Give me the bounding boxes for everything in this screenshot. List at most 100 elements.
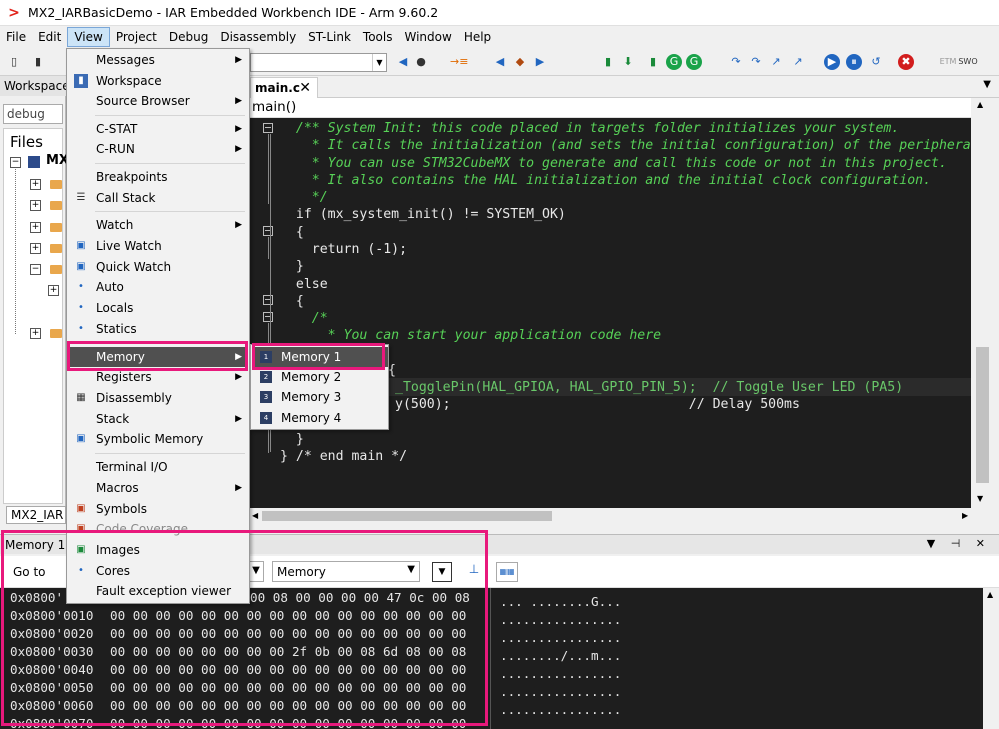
menu-item-disassembly[interactable]: ▦ Disassembly (68, 388, 248, 408)
editor-horizontal-scrollbar[interactable]: ◀ ▶ (250, 508, 999, 524)
workspace-tab[interactable]: MX2_IAR (6, 506, 66, 524)
scroll-right-icon[interactable]: ▶ (962, 511, 968, 520)
tab-list-icon[interactable]: ▼ (983, 79, 991, 90)
step-into-icon[interactable]: ↷ (748, 54, 764, 70)
editor-tab-bar: ▼ (250, 76, 999, 98)
expand-folder-icon[interactable]: + (30, 179, 41, 190)
go-icon[interactable]: G (666, 54, 682, 70)
submenu-item-memory-4[interactable]: 4 Memory 4 (252, 408, 388, 428)
collapse-project-icon[interactable]: − (10, 157, 21, 168)
expand-folder-icon[interactable]: + (48, 285, 59, 296)
break-icon[interactable]: ⏸ (846, 54, 862, 70)
goto-icon[interactable]: →≡ (450, 54, 468, 70)
panel-controls[interactable]: ▼ ⊣ ✕ (927, 537, 991, 550)
menu-disassembly[interactable]: Disassembly (214, 27, 302, 47)
memory-save-icon[interactable]: ▦▦ (496, 562, 518, 582)
menu-item-symbolic-memory[interactable]: ▣ Symbolic Memory (68, 429, 248, 449)
menu-item-label: Terminal I/O (96, 460, 168, 474)
menu-item-c-stat[interactable]: C-STAT ▶ (68, 119, 248, 139)
menu-debug[interactable]: Debug (163, 27, 214, 47)
new-file-icon[interactable]: ▯ (6, 54, 22, 70)
folder-icon (50, 329, 62, 338)
editor-vertical-scrollbar[interactable]: ▲ ▼ (971, 98, 999, 508)
menu-project[interactable]: Project (110, 27, 163, 47)
code-editor[interactable]: /** System Init: this code placed in tar… (250, 118, 971, 508)
submenu-arrow-icon: ▶ (235, 414, 242, 424)
fold-icon[interactable] (263, 123, 273, 133)
expand-folder-icon[interactable]: + (30, 328, 41, 339)
code-line: } /* end main */ (280, 449, 408, 464)
menu-item-messages[interactable]: Messages ▶ (68, 50, 248, 70)
fold-icon[interactable] (263, 295, 273, 305)
menu-item-quick-watch[interactable]: ▣ Quick Watch (68, 257, 248, 277)
submenu-item-label: Memory 3 (281, 390, 342, 404)
scroll-thumb[interactable] (262, 511, 552, 521)
nav-back-icon[interactable]: ◀ (395, 54, 411, 70)
download-icon[interactable]: ⬇ (620, 54, 636, 70)
menu-item-auto[interactable]: • Auto (68, 277, 248, 297)
config-select[interactable]: debug (3, 104, 63, 124)
step-out-icon[interactable]: ↗ (768, 54, 784, 70)
reset-icon[interactable]: ↺ (868, 54, 884, 70)
scroll-up-icon[interactable]: ▲ (987, 590, 993, 599)
menu-item-statics[interactable]: • Statics (68, 319, 248, 339)
swo-icon[interactable]: SWO (958, 54, 978, 70)
menu-window[interactable]: Window (398, 27, 457, 47)
code-line: if (mx_system_init() != SYSTEM_OK) (280, 207, 566, 222)
expand-folder-icon[interactable]: + (30, 200, 41, 211)
debug-go-icon[interactable]: G (686, 54, 702, 70)
menu-item-macros[interactable]: Macros ▶ (68, 478, 248, 498)
scroll-left-icon[interactable]: ◀ (252, 511, 258, 520)
compile-icon[interactable]: ▮ (600, 54, 616, 70)
menu-st-link[interactable]: ST-Link (302, 27, 357, 47)
menu-item-live-watch[interactable]: ▣ Live Watch (68, 236, 248, 256)
menu-item-terminal-io[interactable]: Terminal I/O (68, 457, 248, 477)
menu-item-c-run[interactable]: C-RUN ▶ (68, 139, 248, 159)
function-name[interactable]: main() (252, 99, 296, 115)
menu-separator (95, 163, 245, 164)
fold-icon[interactable] (263, 312, 273, 322)
menu-item-locals[interactable]: • Locals (68, 298, 248, 318)
run-icon[interactable]: ▶ (824, 54, 840, 70)
menu-file[interactable]: File (0, 27, 32, 47)
collapse-folder-icon[interactable]: − (30, 264, 41, 275)
menu-item-stack[interactable]: Stack ▶ (68, 409, 248, 429)
memory-scrollbar[interactable]: ▲ (983, 588, 999, 729)
expand-folder-icon[interactable]: + (30, 243, 41, 254)
menu-item-breakpoints[interactable]: Breakpoints (68, 167, 248, 187)
etm-icon[interactable]: ETM (938, 54, 958, 70)
tab-main-c[interactable]: main.c ✕ (250, 77, 318, 98)
next-statement-icon[interactable]: ↗ (790, 54, 806, 70)
fold-icon[interactable] (263, 226, 273, 236)
chevron-down-icon[interactable]: ▼ (372, 54, 386, 71)
menu-item-source-browser[interactable]: Source Browser ▶ (68, 91, 248, 111)
submenu-item-memory-2[interactable]: 2 Memory 2 (252, 367, 388, 387)
step-over-icon[interactable]: ↷ (728, 54, 744, 70)
menu-help[interactable]: Help (458, 27, 497, 47)
stop-debug-icon[interactable]: ✖ (898, 54, 914, 70)
prev-bookmark-icon[interactable]: ◀ (492, 54, 508, 70)
scroll-down-icon[interactable]: ▼ (977, 494, 983, 503)
disassembly-icon: ▦ (76, 392, 86, 403)
expand-folder-icon[interactable]: + (30, 222, 41, 233)
menu-view[interactable]: View (67, 27, 110, 47)
menu-item-symbols[interactable]: ▣ Symbols (68, 499, 248, 519)
submenu-arrow-icon: ▶ (235, 220, 242, 230)
project-icon (28, 156, 40, 168)
next-bookmark-icon[interactable]: ▶ (532, 54, 548, 70)
menu-item-call-stack[interactable]: ☰ Call Stack (68, 188, 248, 208)
menu-item-watch[interactable]: Watch ▶ (68, 215, 248, 235)
submenu-item-memory-3[interactable]: 3 Memory 3 (252, 387, 388, 407)
menu-item-label: C-RUN (96, 142, 135, 156)
bookmark-icon[interactable]: ◆ (512, 54, 528, 70)
menu-tools[interactable]: Tools (357, 27, 399, 47)
menu-item-workspace[interactable]: ▮ Workspace (68, 71, 248, 91)
menu-edit[interactable]: Edit (32, 27, 67, 47)
scroll-thumb[interactable] (976, 347, 989, 483)
open-file-icon[interactable]: ▮ (30, 54, 46, 70)
scroll-up-icon[interactable]: ▲ (977, 100, 983, 109)
make-icon[interactable]: ▮ (645, 54, 661, 70)
close-icon[interactable]: ✕ (299, 80, 311, 96)
find-combo[interactable]: ▼ (250, 53, 387, 72)
stop-icon[interactable]: ● (413, 54, 429, 70)
